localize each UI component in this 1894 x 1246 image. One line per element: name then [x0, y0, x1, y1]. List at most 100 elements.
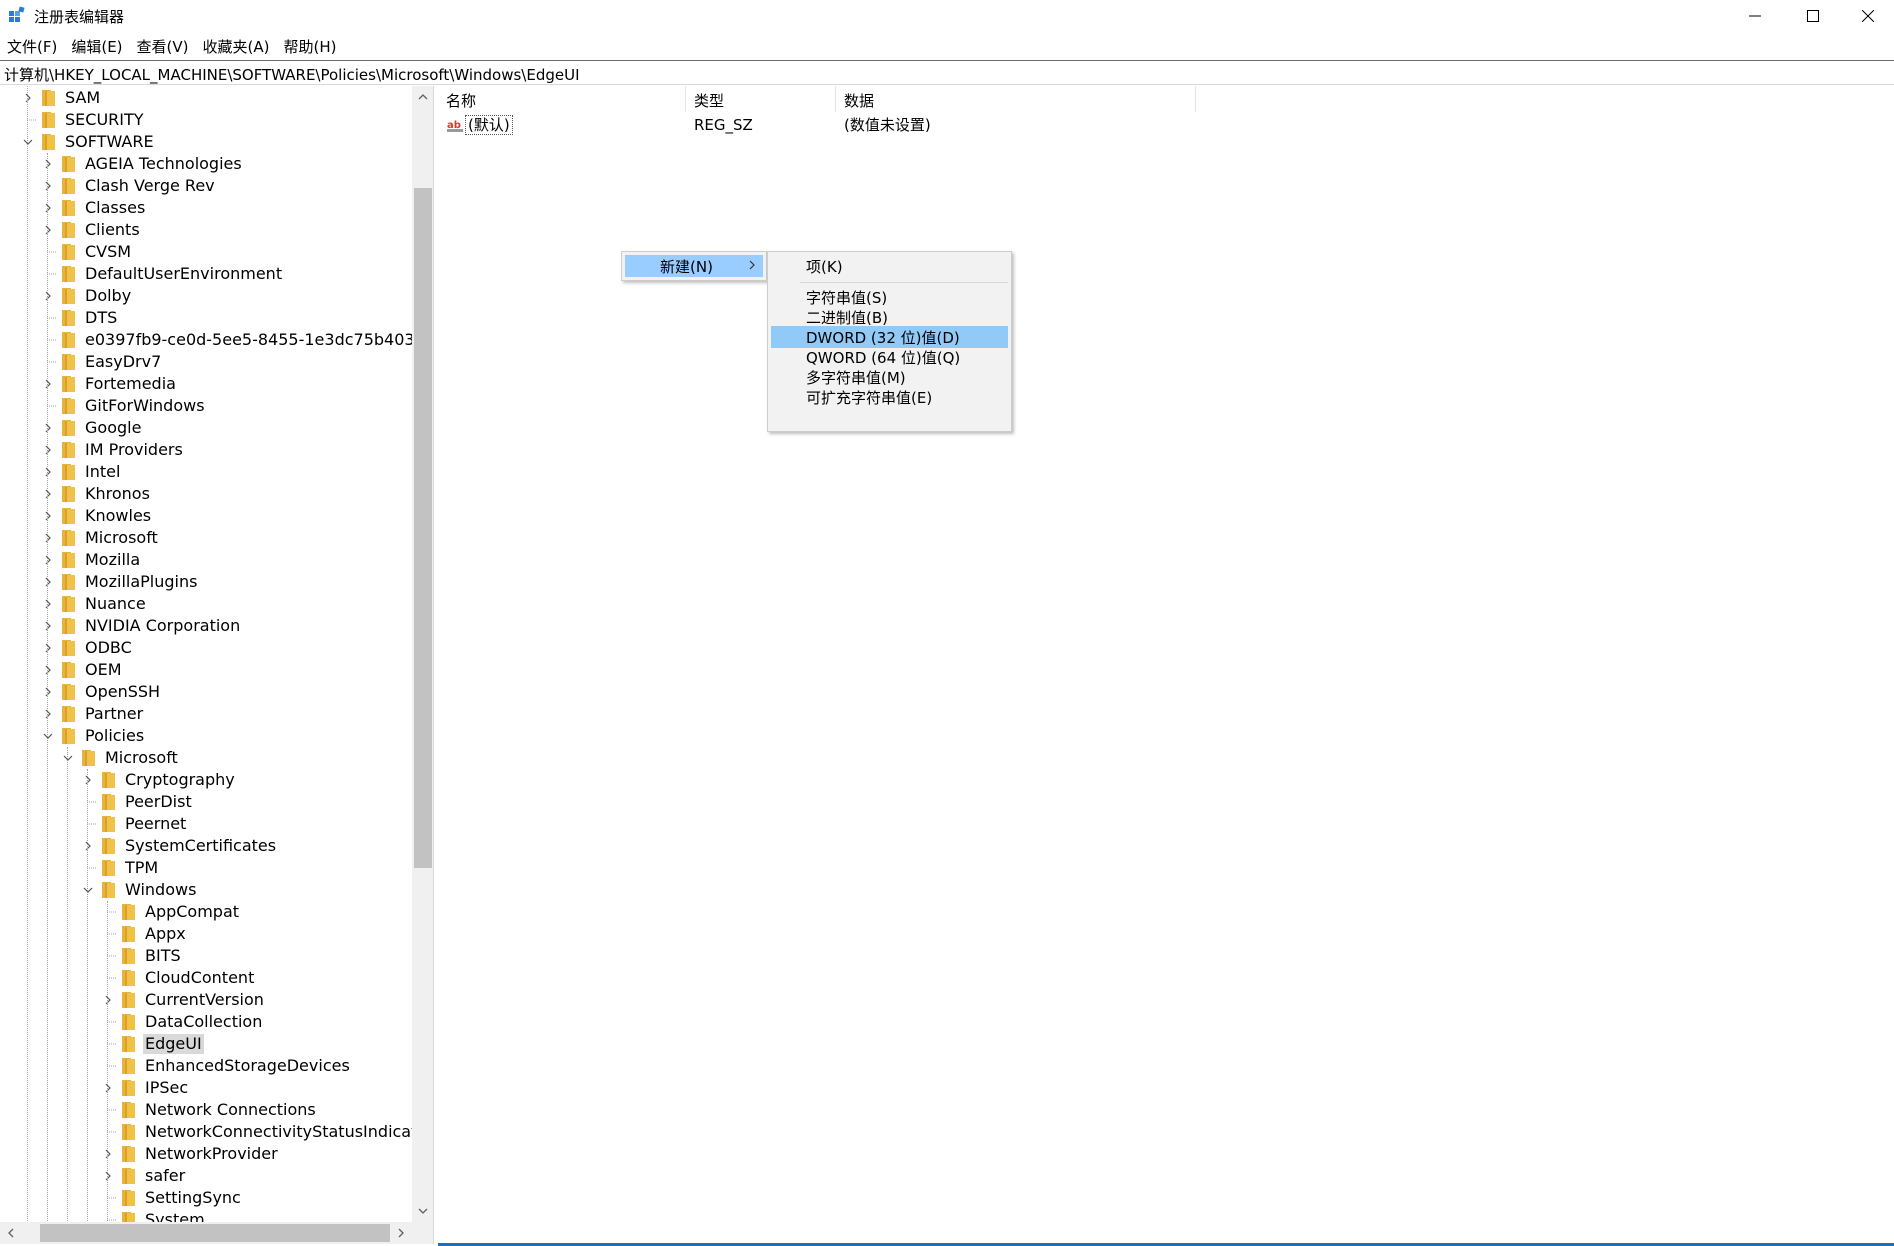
expand-chevron-icon[interactable] [40, 615, 56, 637]
scroll-thumb[interactable] [40, 1224, 390, 1242]
scroll-thumb[interactable] [414, 188, 432, 868]
tree-item[interactable]: IPSec [100, 1077, 190, 1099]
column-header-type[interactable]: 类型 [686, 86, 836, 112]
expand-chevron-icon[interactable] [40, 439, 56, 461]
tree-item[interactable]: Intel [40, 461, 122, 483]
tree-item[interactable]: System [100, 1209, 207, 1222]
menu-item-string-value[interactable]: 字符串值(S) [771, 286, 1008, 308]
expand-chevron-icon[interactable] [100, 989, 116, 1011]
menu-item-binary-value[interactable]: 二进制值(B) [771, 306, 1008, 328]
expand-chevron-icon[interactable] [40, 637, 56, 659]
close-button[interactable] [1842, 0, 1894, 32]
expand-chevron-icon[interactable] [40, 681, 56, 703]
menu-item-expandable-string-value[interactable]: 可扩充字符串值(E) [771, 386, 1008, 408]
tree-item[interactable]: Clients [40, 219, 142, 241]
tree-item[interactable]: TPM [80, 857, 160, 879]
menu-item-qword-value[interactable]: QWORD (64 位)值(Q) [771, 346, 1008, 368]
tree-item[interactable]: Policies [40, 725, 146, 747]
tree-item[interactable]: Khronos [40, 483, 152, 505]
expand-chevron-icon[interactable] [100, 1077, 116, 1099]
tree-item[interactable]: OEM [40, 659, 124, 681]
expand-chevron-icon[interactable] [40, 285, 56, 307]
column-header-data[interactable]: 数据 [836, 86, 1196, 112]
maximize-button[interactable] [1784, 0, 1842, 32]
tree-item[interactable]: Partner [40, 703, 145, 725]
collapse-chevron-icon[interactable] [80, 879, 96, 901]
expand-chevron-icon[interactable] [100, 1143, 116, 1165]
expand-chevron-icon[interactable] [20, 87, 36, 109]
expand-chevron-icon[interactable] [40, 703, 56, 725]
expand-chevron-icon[interactable] [40, 461, 56, 483]
expand-chevron-icon[interactable] [80, 769, 96, 791]
expand-chevron-icon[interactable] [40, 373, 56, 395]
tree-item[interactable]: CVSM [40, 241, 133, 263]
collapse-chevron-icon[interactable] [20, 131, 36, 153]
tree-item[interactable]: GitForWindows [40, 395, 207, 417]
tree-item[interactable]: MozillaPlugins [40, 571, 199, 593]
expand-chevron-icon[interactable] [40, 659, 56, 681]
tree-item[interactable]: NetworkProvider [100, 1143, 280, 1165]
tree-item[interactable]: Microsoft [60, 747, 180, 769]
tree-item[interactable]: EasyDrv7 [40, 351, 163, 373]
tree-item[interactable]: Microsoft [40, 527, 160, 549]
tree-item[interactable]: e0397fb9-ce0d-5ee5-8455-1e3dc75b4034 [40, 329, 412, 351]
tree-item[interactable]: CurrentVersion [100, 989, 266, 1011]
expand-chevron-icon[interactable] [40, 549, 56, 571]
menu-file[interactable]: 文件(F) [0, 34, 64, 58]
expand-chevron-icon[interactable] [40, 593, 56, 615]
tree-item[interactable]: EdgeUI [100, 1033, 204, 1055]
expand-chevron-icon[interactable] [40, 505, 56, 527]
address-bar[interactable]: 计算机\HKEY_LOCAL_MACHINE\SOFTWARE\Policies… [0, 60, 1894, 85]
expand-chevron-icon[interactable] [40, 197, 56, 219]
tree-item[interactable]: Peernet [80, 813, 188, 835]
column-header-name[interactable]: 名称 [438, 86, 686, 112]
tree-item[interactable]: DefaultUserEnvironment [40, 263, 284, 285]
tree-item[interactable]: NVIDIA Corporation [40, 615, 242, 637]
expand-chevron-icon[interactable] [40, 153, 56, 175]
menu-favorites[interactable]: 收藏夹(A) [196, 34, 277, 58]
tree-item[interactable]: NetworkConnectivityStatusIndicator [100, 1121, 412, 1143]
expand-chevron-icon[interactable] [40, 483, 56, 505]
expand-chevron-icon[interactable] [40, 175, 56, 197]
tree-item[interactable]: IM Providers [40, 439, 185, 461]
tree-item[interactable]: CloudContent [100, 967, 256, 989]
tree-item[interactable]: EnhancedStorageDevices [100, 1055, 352, 1077]
tree-vertical-scrollbar[interactable] [412, 86, 433, 1222]
scroll-left-arrow[interactable] [0, 1222, 22, 1244]
tree-item[interactable]: Dolby [40, 285, 133, 307]
tree-item[interactable]: AGEIA Technologies [40, 153, 244, 175]
expand-chevron-icon[interactable] [40, 417, 56, 439]
minimize-button[interactable] [1726, 0, 1784, 32]
collapse-chevron-icon[interactable] [40, 725, 56, 747]
tree-item[interactable]: SAM [20, 87, 102, 109]
menu-view[interactable]: 查看(V) [130, 34, 196, 58]
tree-item[interactable]: Cryptography [80, 769, 237, 791]
expand-chevron-icon[interactable] [40, 219, 56, 241]
menu-item-dword-value[interactable]: DWORD (32 位)值(D) [771, 326, 1008, 348]
tree-item[interactable]: Classes [40, 197, 147, 219]
tree-item[interactable]: SECURITY [20, 109, 146, 131]
collapse-chevron-icon[interactable] [60, 747, 76, 769]
scroll-down-arrow[interactable] [412, 1200, 433, 1222]
tree-item[interactable]: Appx [100, 923, 188, 945]
tree-horizontal-scrollbar[interactable] [0, 1222, 412, 1244]
tree-item[interactable]: Knowles [40, 505, 153, 527]
tree-item[interactable]: OpenSSH [40, 681, 162, 703]
tree-item[interactable]: AppCompat [100, 901, 241, 923]
tree-item[interactable]: Fortemedia [40, 373, 178, 395]
list-item[interactable]: ab (默认) REG_SZ (数值未设置) [438, 114, 1196, 136]
menu-item-key[interactable]: 项(K) [771, 255, 1008, 277]
menu-help[interactable]: 帮助(H) [276, 34, 343, 58]
tree-item[interactable]: SettingSync [100, 1187, 243, 1209]
tree-item[interactable]: DataCollection [100, 1011, 264, 1033]
menu-edit[interactable]: 编辑(E) [64, 34, 129, 58]
tree-item[interactable]: ODBC [40, 637, 134, 659]
tree-item[interactable]: Windows [80, 879, 198, 901]
scroll-right-arrow[interactable] [390, 1222, 412, 1244]
tree-item[interactable]: BITS [100, 945, 183, 967]
menu-item-new[interactable]: 新建(N) [625, 255, 763, 277]
tree-item[interactable]: DTS [40, 307, 119, 329]
scroll-up-arrow[interactable] [412, 86, 433, 108]
tree-item[interactable]: PeerDist [80, 791, 194, 813]
expand-chevron-icon[interactable] [40, 571, 56, 593]
